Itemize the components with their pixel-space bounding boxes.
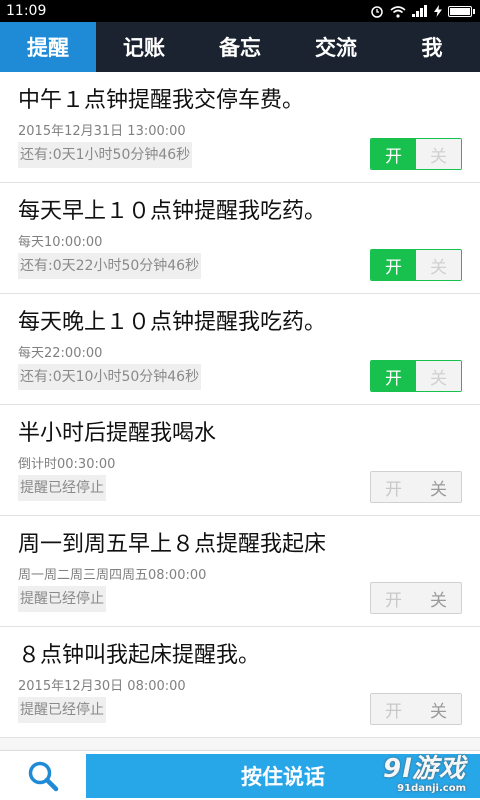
list-item[interactable]: 周一到周五早上８点提醒我起床 周一周二周三周四周五08:00:00 提醒已经停止… (0, 516, 480, 627)
alarm-icon (371, 6, 383, 18)
tab-accounting[interactable]: 记账 (96, 22, 192, 72)
status-bar: 11:09 (0, 0, 480, 22)
watermark-logo: 9l游戏 (382, 754, 466, 784)
bottom-bar: 按住说话 9l游戏 91danji.com (0, 750, 480, 800)
reminder-countdown: 还有:0天22小时50分钟46秒 (18, 253, 202, 279)
toggle-on-label[interactable]: 开 (371, 694, 416, 724)
charging-icon (434, 5, 442, 17)
reminder-toggle[interactable]: 开 关 (370, 471, 462, 503)
reminder-toggle[interactable]: 开 关 (370, 582, 462, 614)
tab-community[interactable]: 交流 (288, 22, 384, 72)
reminder-title: ８点钟叫我起床提醒我。 (18, 643, 261, 668)
tab-me[interactable]: 我 (384, 22, 480, 72)
tab-memo[interactable]: 备忘 (192, 22, 288, 72)
toggle-on-label[interactable]: 开 (371, 139, 416, 169)
battery-icon (448, 5, 475, 17)
list-item[interactable]: 每天晚上１０点钟提醒我吃药。 每天22:00:00 还有:0天10小时50分钟4… (0, 294, 480, 405)
toggle-off-label[interactable]: 关 (416, 472, 461, 502)
toggle-on-label[interactable]: 开 (371, 250, 416, 280)
reminder-time: 每天10:00:00 (18, 235, 103, 250)
reminder-toggle[interactable]: 开 关 (370, 138, 462, 170)
reminder-title: 中午１点钟提醒我交停车费。 (18, 88, 305, 113)
toggle-off-label[interactable]: 关 (416, 250, 461, 280)
toggle-off-label[interactable]: 关 (416, 139, 461, 169)
reminder-stopped-status: 提醒已经停止 (18, 475, 106, 501)
reminder-toggle[interactable]: 开 关 (370, 249, 462, 281)
reminder-countdown: 还有:0天10小时50分钟46秒 (18, 364, 202, 390)
reminder-title: 半小时后提醒我喝水 (18, 421, 217, 446)
search-icon (28, 761, 59, 791)
reminder-title: 周一到周五早上８点提醒我起床 (18, 532, 327, 557)
reminder-countdown: 还有:0天1小时50分钟46秒 (18, 142, 193, 168)
reminder-time: 每天22:00:00 (18, 346, 103, 361)
tab-reminder[interactable]: 提醒 (0, 22, 96, 72)
reminder-toggle[interactable]: 开 关 (370, 360, 462, 392)
wifi-icon (390, 5, 406, 18)
list-item[interactable]: ８点钟叫我起床提醒我。 2015年12月30日 08:00:00 提醒已经停止 … (0, 627, 480, 738)
reminder-time: 2015年12月30日 08:00:00 (18, 679, 186, 694)
reminder-toggle[interactable]: 开 关 (370, 693, 462, 725)
list-item[interactable]: 中午１点钟提醒我交停车费。 2015年12月31日 13:00:00 还有:0天… (0, 72, 480, 183)
status-time: 11:09 (6, 3, 47, 19)
reminder-title: 每天晚上１０点钟提醒我吃药。 (18, 310, 327, 335)
toggle-on-label[interactable]: 开 (371, 361, 416, 391)
hold-to-talk-label: 按住说话 (241, 765, 325, 789)
signal-icon (412, 5, 427, 17)
toggle-on-label[interactable]: 开 (371, 583, 416, 613)
toggle-off-label[interactable]: 关 (416, 694, 461, 724)
reminder-stopped-status: 提醒已经停止 (18, 586, 106, 612)
status-icons (370, 4, 475, 18)
reminder-title: 每天早上１０点钟提醒我吃药。 (18, 199, 327, 224)
reminder-time: 周一周二周三周四周五08:00:00 (18, 568, 207, 583)
watermark: 9l游戏 91danji.com (383, 748, 466, 794)
reminder-stopped-status: 提醒已经停止 (18, 697, 106, 723)
tab-bar: 提醒 记账 备忘 交流 我 (0, 22, 480, 72)
toggle-off-label[interactable]: 关 (416, 583, 461, 613)
reminder-time: 倒计时00:30:00 (18, 457, 116, 472)
reminder-time: 2015年12月31日 13:00:00 (18, 124, 186, 139)
search-button[interactable] (0, 751, 86, 800)
list-item[interactable]: 半小时后提醒我喝水 倒计时00:30:00 提醒已经停止 开 关 (0, 405, 480, 516)
reminder-list: 中午１点钟提醒我交停车费。 2015年12月31日 13:00:00 还有:0天… (0, 72, 480, 750)
list-item[interactable]: 每天早上１０点钟提醒我吃药。 每天10:00:00 还有:0天22小时50分钟4… (0, 183, 480, 294)
toggle-on-label[interactable]: 开 (371, 472, 416, 502)
toggle-off-label[interactable]: 关 (416, 361, 461, 391)
